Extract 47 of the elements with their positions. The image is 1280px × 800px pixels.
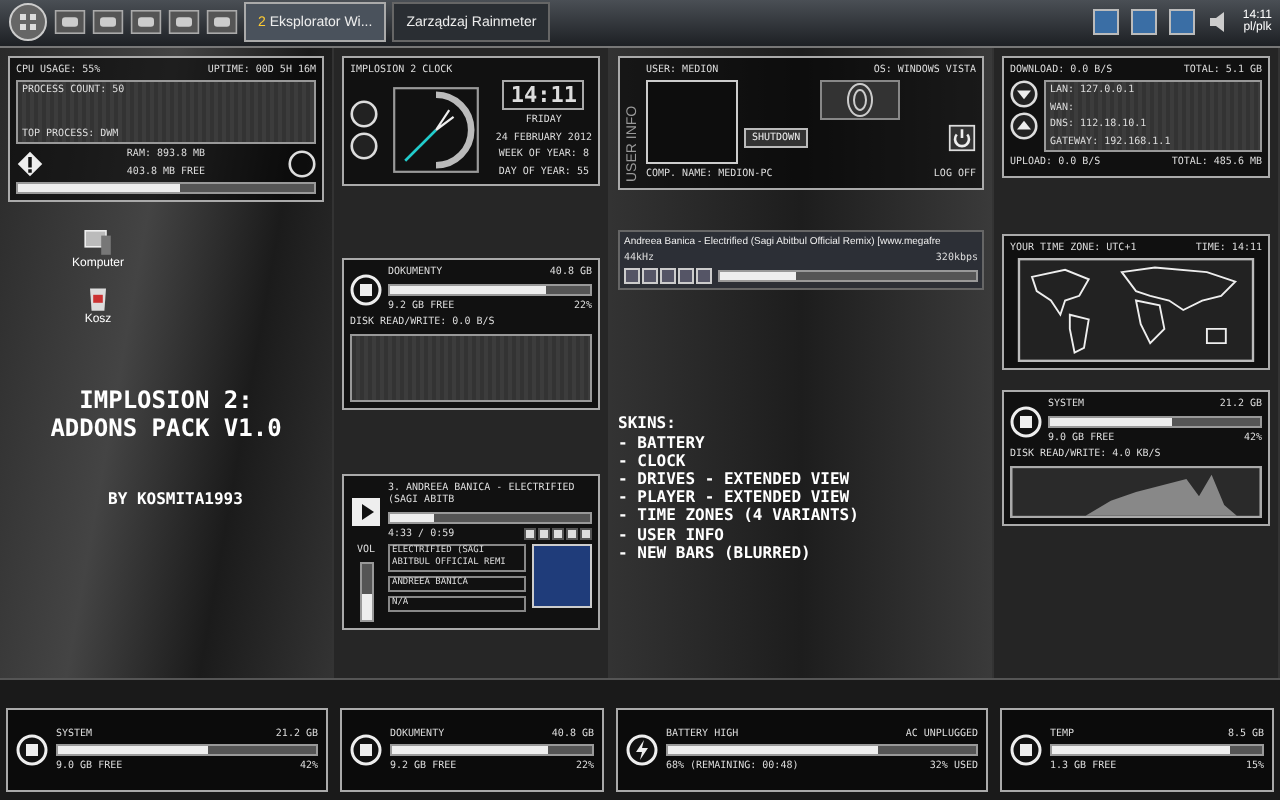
title-text: IMPLOSION 2: [79,386,253,415]
computer-icon[interactable] [82,226,114,259]
square-icon[interactable] [552,528,564,541]
warning-icon [16,149,44,178]
quick-launch-icon[interactable] [92,8,124,37]
skin-list-item: - NEW BARS (BLURRED) [618,543,813,562]
drive-icon [16,734,48,767]
circle-icon [287,149,316,178]
circle-icon[interactable] [350,131,378,160]
quick-launch-icon[interactable] [168,8,200,37]
drive-icon [350,734,382,767]
photo-placeholder [646,80,738,165]
title-text: ADDONS PACK V1.0 [50,414,282,443]
tray-icon[interactable] [1128,8,1161,37]
skin-list-item: - PLAYER - EXTENDED VIEW [618,488,852,507]
author-text: BY KOSMITA1993 [108,490,245,509]
skin-list-item: - CLOCK [618,451,688,470]
lightning-icon [626,734,658,767]
square-icon[interactable] [566,528,578,541]
circle-icon[interactable] [350,99,378,128]
quick-launch-icon[interactable] [54,8,86,37]
power-icon[interactable] [948,124,976,153]
seek-bar[interactable] [388,511,592,524]
square-icon[interactable] [580,528,592,541]
upload-icon [1010,112,1038,141]
skin-list-item: - TIME ZONES (4 VARIANTS) [618,506,861,526]
quick-launch-icon[interactable] [130,8,162,37]
square-icon[interactable] [524,528,536,541]
drive-icon [1010,405,1042,438]
square-icon[interactable] [538,528,550,541]
play-icon[interactable] [350,495,382,528]
tray-icon[interactable] [1166,8,1199,37]
volume-meter[interactable] [359,561,373,622]
download-icon [1010,80,1038,109]
album-art-placeholder [532,544,592,609]
start-icon[interactable] [8,2,48,43]
skins-heading: SKINS: [618,414,678,434]
clock-time: 14:11 [502,80,585,111]
quick-launch-icon[interactable] [206,8,238,37]
seek-bar[interactable] [718,270,978,283]
tray-icon[interactable] [1090,8,1123,37]
drive-icon [1010,734,1042,767]
skin-list-item: - DRIVES - EXTENDED VIEW [618,470,852,489]
skin-list-item: - USER INFO [618,525,726,544]
drive-icon [350,273,382,306]
skin-list-item: - BATTERY [618,433,707,452]
clock-dial-drawing [392,85,481,174]
